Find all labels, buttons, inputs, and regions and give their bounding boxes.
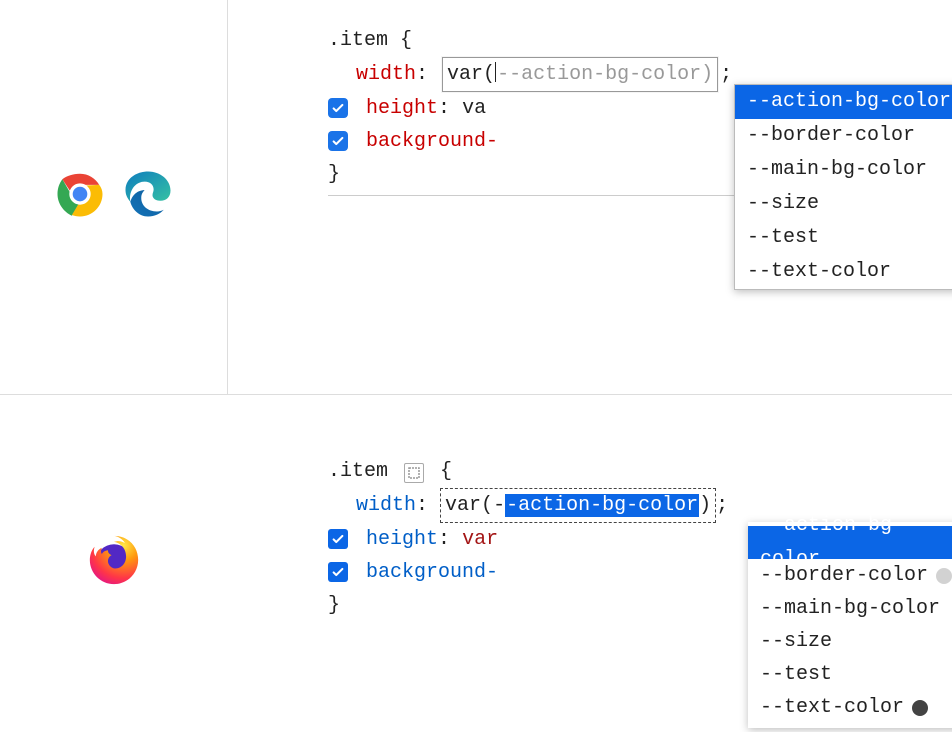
css-value-edit-box[interactable]: var(--action-bg-color) — [442, 57, 718, 92]
option-label: --text-color — [747, 255, 891, 289]
autocomplete-option[interactable]: --action-bg-color#f9f7f — [748, 526, 952, 559]
color-swatch-icon — [912, 700, 928, 716]
autocomplete-option[interactable]: --action-bg-color — [735, 85, 952, 119]
autocomplete-option[interactable]: --size10p — [748, 625, 952, 658]
css-value-height[interactable]: var — [462, 528, 498, 551]
color-swatch-icon — [936, 568, 952, 584]
devtools-firefox: .item { width: var(--action-bg-color); h… — [228, 395, 952, 732]
autocomplete-popup: --action-bg-color#f9f7f--border-color#d2… — [748, 522, 952, 728]
autocomplete-option[interactable]: --border-color — [735, 119, 952, 153]
line-terminator: ; — [716, 494, 728, 517]
option-label: --test — [760, 658, 832, 692]
option-label: --size — [747, 187, 819, 221]
option-label: --action-bg-color — [747, 85, 951, 119]
css-value-edit-box[interactable]: var(--action-bg-color) — [440, 488, 716, 523]
css-value-height[interactable]: va — [462, 97, 486, 120]
autocomplete-popup: --action-bg-color--border-color--main-bg… — [734, 84, 952, 290]
option-label: --border-color — [747, 119, 915, 153]
selected-completion-text: -action-bg-color — [505, 494, 699, 517]
autocomplete-option[interactable]: --text-color — [735, 255, 952, 289]
autocomplete-option[interactable]: --size — [735, 187, 952, 221]
autocomplete-option[interactable]: --text-color#43434 — [748, 691, 952, 724]
autocomplete-option[interactable]: --test20p — [748, 658, 952, 691]
autocomplete-option[interactable]: --main-bg-color — [735, 153, 952, 187]
css-property-width[interactable]: width — [356, 63, 416, 86]
chrome-icon — [53, 167, 107, 228]
property-toggle-checkbox[interactable] — [328, 98, 348, 118]
option-label: --size — [760, 625, 832, 659]
browser-icons-chrome-edge — [0, 0, 228, 394]
devtools-chrome: .item { width: var(--action-bg-color); h… — [228, 0, 952, 394]
autocomplete-option[interactable]: --border-color#d2d2d — [748, 559, 952, 592]
autocomplete-option[interactable]: --test — [735, 221, 952, 255]
autocomplete-option[interactable]: --main-bg-color#ff — [748, 592, 952, 625]
property-toggle-checkbox[interactable] — [328, 131, 348, 151]
open-brace: { — [400, 29, 412, 52]
browser-icons-firefox — [0, 395, 228, 732]
text-cursor-icon — [495, 62, 496, 82]
ghost-completion: --action-bg-color) — [497, 63, 713, 86]
value-prefix: var( — [447, 63, 495, 86]
css-property-background[interactable]: background- — [366, 130, 498, 153]
property-toggle-checkbox[interactable] — [328, 529, 348, 549]
option-label: --main-bg-color — [760, 592, 940, 626]
property-toggle-checkbox[interactable] — [328, 562, 348, 582]
close-brace: } — [328, 163, 340, 186]
option-label: --test — [747, 221, 819, 255]
css-selector[interactable]: .item — [328, 29, 388, 52]
close-brace: } — [328, 594, 340, 617]
css-property-height[interactable]: height — [366, 528, 438, 551]
option-label: --main-bg-color — [747, 153, 927, 187]
option-label: --text-color — [760, 691, 904, 725]
edge-icon — [121, 167, 175, 228]
css-property-background[interactable]: background- — [366, 561, 498, 584]
firefox-icon — [85, 531, 143, 596]
open-brace: { — [440, 460, 452, 483]
line-terminator: ; — [720, 63, 732, 86]
flex-highlighter-icon[interactable] — [404, 463, 424, 483]
css-selector[interactable]: .item — [328, 460, 388, 483]
css-property-height[interactable]: height — [366, 97, 438, 120]
css-property-width[interactable]: width — [356, 494, 416, 517]
option-label: --border-color — [760, 559, 928, 593]
